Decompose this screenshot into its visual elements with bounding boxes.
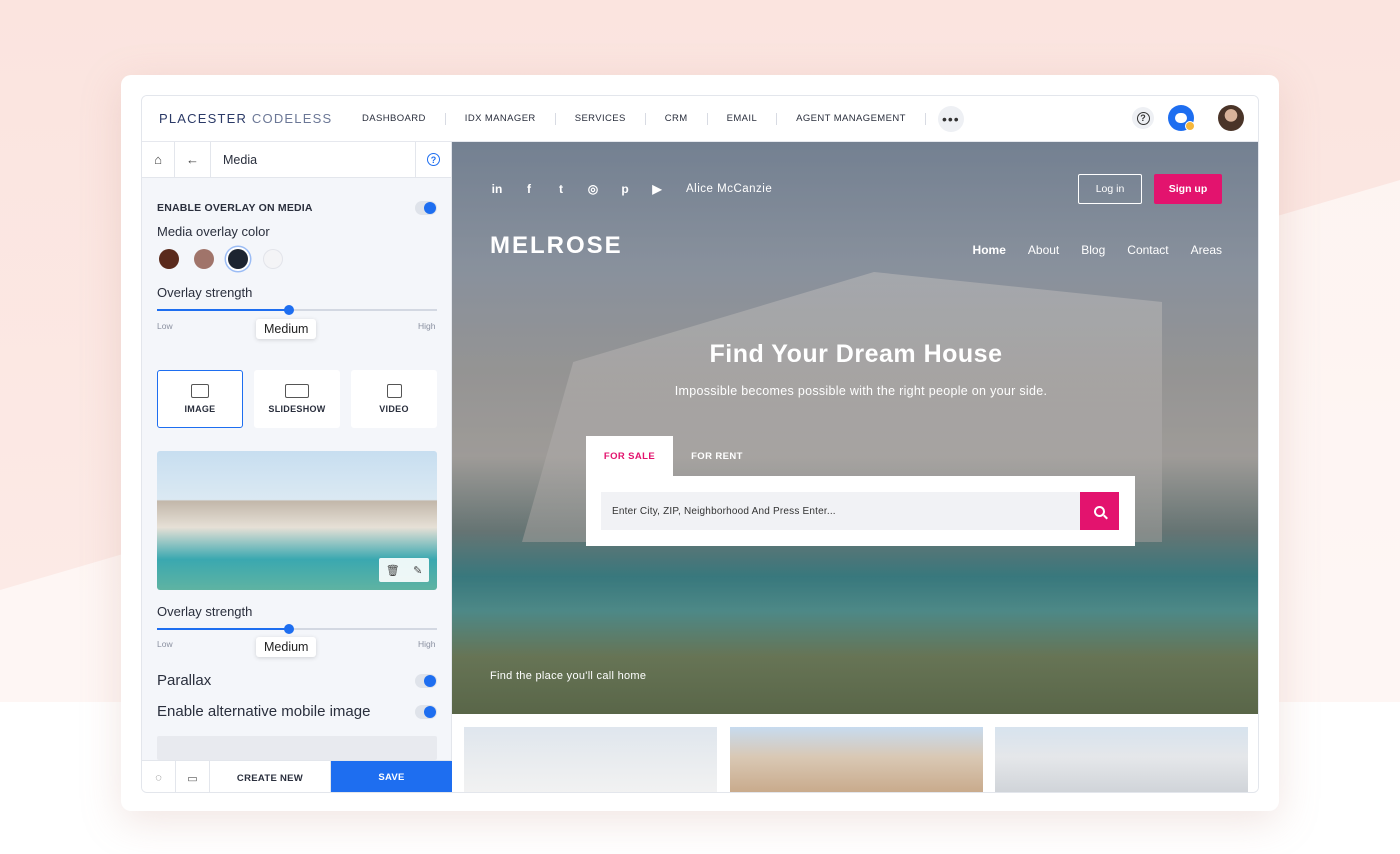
- image-icon: [191, 384, 209, 398]
- search-box: Enter City, ZIP, Neighborhood And Press …: [586, 476, 1135, 546]
- settings-panel: ⌂ ← Media ? ENABLE OVERLAY ON MEDIA Medi…: [142, 141, 452, 792]
- tab-image[interactable]: IMAGE: [157, 370, 243, 428]
- media-thumbnail[interactable]: 🗑 ✎: [157, 451, 437, 590]
- slider-thumb-2[interactable]: [283, 624, 294, 634]
- panel-help-icon[interactable]: ?: [415, 141, 451, 178]
- slider2-value-tooltip: Medium: [256, 637, 317, 657]
- overlay-strength-label: Overlay strength: [157, 285, 253, 300]
- agent-name: Alice McCanzie: [686, 183, 773, 195]
- hero-title: Find Your Dream House: [709, 340, 1003, 368]
- chat-icon[interactable]: [1168, 105, 1195, 131]
- site-nav-blog[interactable]: Blog: [1081, 243, 1105, 257]
- nav-crm[interactable]: CRM: [646, 112, 708, 125]
- panel-header: ⌂ ← Media ?: [142, 141, 451, 178]
- overlay-strength-slider-2[interactable]: [157, 624, 437, 634]
- slider-thumb[interactable]: [283, 305, 294, 315]
- main-nav: DASHBOARD IDX MANAGER SERVICES CRM EMAIL…: [345, 105, 964, 132]
- facebook-icon[interactable]: f: [522, 182, 536, 196]
- parallax-label: Parallax: [157, 672, 212, 689]
- hero-footer-text: Find the place you'll call home: [490, 670, 647, 682]
- brand-logo[interactable]: PLACESTER CODELESS: [159, 111, 331, 126]
- slider-value-tooltip: Medium: [256, 319, 317, 339]
- swatch-white[interactable]: [263, 249, 283, 269]
- nav-idx-manager[interactable]: IDX MANAGER: [446, 112, 556, 125]
- parallax-toggle[interactable]: [415, 674, 437, 688]
- edit-icon[interactable]: ✎: [413, 564, 422, 577]
- linkedin-icon[interactable]: in: [490, 182, 504, 196]
- tab-for-rent[interactable]: FOR RENT: [673, 436, 761, 476]
- overlay-toggle-label: ENABLE OVERLAY ON MEDIA: [157, 202, 313, 214]
- slider-low-label: Low: [157, 321, 173, 331]
- swatch-dark-selected[interactable]: [228, 249, 248, 269]
- site-nav-contact[interactable]: Contact: [1127, 243, 1168, 257]
- site-nav-home[interactable]: Home: [973, 243, 1006, 257]
- slider2-high-label: High: [418, 639, 436, 649]
- slider-high-label: High: [418, 321, 436, 331]
- youtube-icon[interactable]: ▶: [650, 182, 664, 196]
- search-button[interactable]: [1080, 492, 1119, 530]
- help-icon[interactable]: ?: [1132, 107, 1154, 129]
- home-icon[interactable]: ⌂: [142, 141, 175, 178]
- login-button[interactable]: Log in: [1078, 174, 1142, 204]
- search-icon: [1094, 505, 1105, 517]
- overlay-toggle[interactable]: [415, 201, 437, 215]
- thumbnail-tools: 🗑 ✎: [379, 558, 429, 582]
- tab-for-sale[interactable]: FOR SALE: [586, 436, 673, 476]
- app-window: PLACESTER CODELESS DASHBOARD IDX MANAGER…: [141, 95, 1259, 793]
- social-links: in f t ◎ p ▶: [490, 182, 664, 196]
- panel-bottom-bar: ◌ ▭ CREATE NEW SAVE: [142, 760, 452, 792]
- instagram-icon[interactable]: ◎: [586, 182, 600, 196]
- save-button[interactable]: SAVE: [331, 761, 452, 792]
- slideshow-icon: [285, 384, 309, 398]
- slider2-low-label: Low: [157, 639, 173, 649]
- hero-section: in f t ◎ p ▶ Alice McCanzie Log in Sign …: [452, 142, 1258, 714]
- site-logo[interactable]: MELROSE: [490, 232, 623, 260]
- more-menu-button[interactable]: •••: [937, 105, 964, 132]
- twitter-icon[interactable]: t: [554, 182, 568, 196]
- site-preview: in f t ◎ p ▶ Alice McCanzie Log in Sign …: [452, 142, 1258, 792]
- video-icon: [386, 384, 402, 398]
- nav-services[interactable]: SERVICES: [556, 112, 646, 125]
- alt-mobile-label: Enable alternative mobile image: [157, 703, 371, 720]
- signup-button[interactable]: Sign up: [1154, 174, 1222, 204]
- desktop-icon[interactable]: ▭: [176, 761, 210, 792]
- hero-subtitle: Impossible becomes possible with the rig…: [674, 384, 1048, 398]
- panel-title: Media: [223, 152, 258, 167]
- site-nav-areas[interactable]: Areas: [1191, 243, 1222, 257]
- mobile-image-dropzone[interactable]: [157, 736, 437, 760]
- eye-off-icon[interactable]: ◌: [142, 761, 176, 792]
- site-nav: Home About Blog Contact Areas: [973, 243, 1222, 257]
- nav-agent-management[interactable]: AGENT MANAGEMENT: [777, 112, 926, 125]
- swatch-brown[interactable]: [159, 249, 179, 269]
- search-tabs: FOR SALE FOR RENT: [586, 436, 761, 476]
- listing-card[interactable]: [995, 727, 1248, 792]
- listing-card[interactable]: [730, 727, 983, 792]
- alt-mobile-toggle[interactable]: [415, 705, 437, 719]
- avatar[interactable]: [1218, 105, 1244, 131]
- nav-email[interactable]: EMAIL: [708, 112, 778, 125]
- tab-video[interactable]: VIDEO: [351, 370, 437, 428]
- tab-slideshow[interactable]: SLIDESHOW: [254, 370, 340, 428]
- site-nav-about[interactable]: About: [1028, 243, 1059, 257]
- overlay-strength-label-2: Overlay strength: [157, 604, 253, 619]
- listing-card[interactable]: [464, 727, 717, 792]
- back-arrow-icon[interactable]: ←: [175, 141, 211, 178]
- search-input[interactable]: Enter City, ZIP, Neighborhood And Press …: [601, 492, 1080, 530]
- create-new-button[interactable]: CREATE NEW: [210, 761, 331, 792]
- nav-dashboard[interactable]: DASHBOARD: [345, 112, 446, 125]
- swatch-rose[interactable]: [194, 249, 214, 269]
- trash-icon[interactable]: 🗑: [386, 564, 400, 577]
- overlay-strength-slider[interactable]: [157, 305, 437, 315]
- overlay-color-label: Media overlay color: [157, 224, 270, 239]
- top-nav: PLACESTER CODELESS DASHBOARD IDX MANAGER…: [142, 96, 1258, 142]
- pinterest-icon[interactable]: p: [618, 182, 632, 196]
